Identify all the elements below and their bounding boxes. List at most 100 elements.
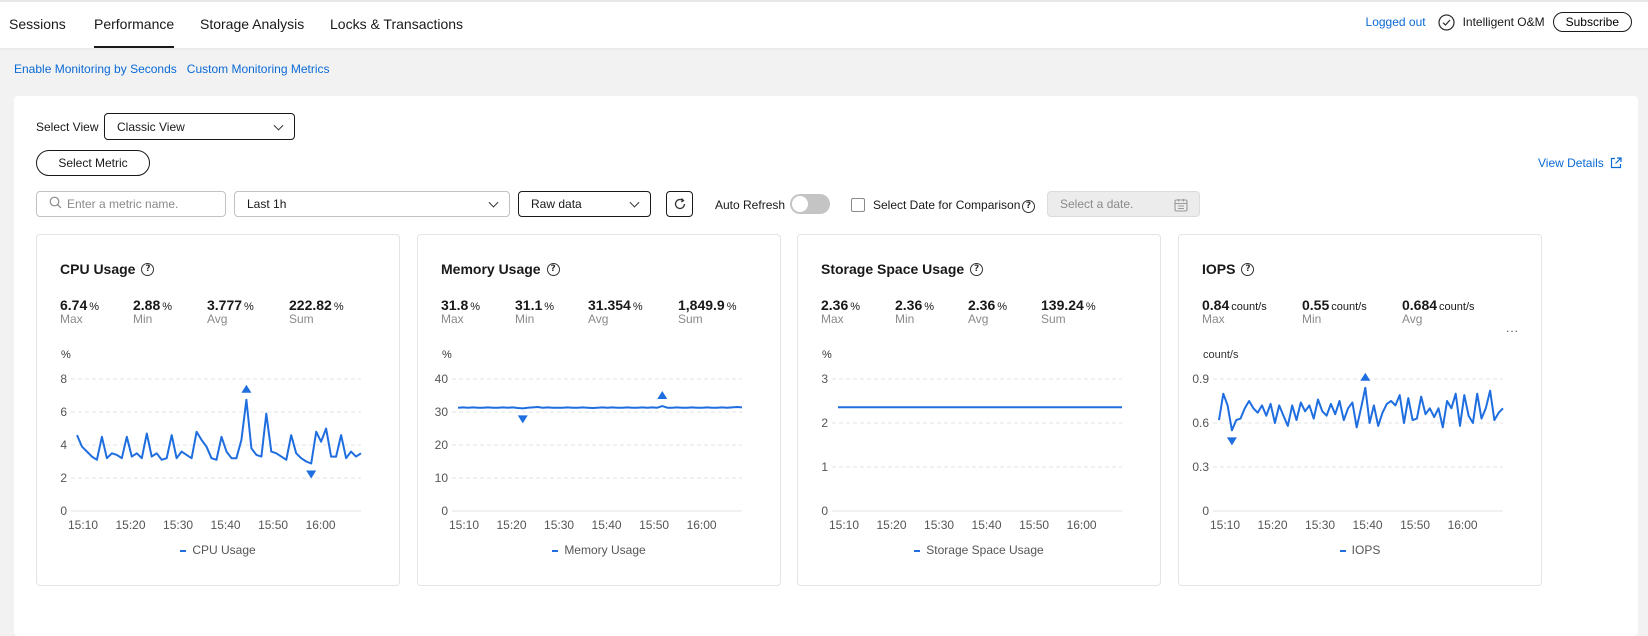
x-tick-label: 15:30 xyxy=(924,518,954,532)
tab-storage-analysis[interactable]: Storage Analysis xyxy=(200,16,304,32)
x-tick-label: 15:50 xyxy=(639,518,669,532)
stat-min: 2.88% Min xyxy=(133,297,173,326)
subscribe-button[interactable]: Subscribe xyxy=(1552,12,1632,32)
top-nav: Sessions Performance Storage Analysis Lo… xyxy=(0,0,1648,48)
y-tick-label: 10 xyxy=(435,471,449,485)
tab-performance[interactable]: Performance xyxy=(94,16,175,48)
stat-max: 2.36% Max xyxy=(821,297,861,326)
chart-legend[interactable]: CPU Usage xyxy=(37,543,399,557)
max-marker xyxy=(241,384,252,393)
y-tick-label: 6 xyxy=(60,405,67,419)
card-title: CPU Usage? xyxy=(60,261,155,277)
x-tick-label: 16:00 xyxy=(1448,518,1478,532)
stat-avg: 2.36% Avg xyxy=(968,297,1008,326)
help-icon[interactable]: ? xyxy=(970,262,984,276)
stat-max: 31.8% Max xyxy=(441,297,481,326)
enable-monitoring-link[interactable]: Enable Monitoring by Seconds xyxy=(14,62,177,76)
metric-search-input[interactable]: Enter a metric name. xyxy=(36,191,226,217)
stats-row: 6.74% Max 2.88% Min 3.777% Avg 222.82% Sum xyxy=(60,297,344,325)
y-tick-label: 0.9 xyxy=(1192,372,1209,386)
chart-legend[interactable]: IOPS xyxy=(1179,543,1541,557)
metric-search-placeholder: Enter a metric name. xyxy=(67,197,179,211)
stats-row: 0.84 count/s Max 0.55 count/s Min 0.684 count… xyxy=(1202,297,1475,325)
data-type-select[interactable]: Raw data xyxy=(518,191,651,217)
data-type-value: Raw data xyxy=(531,197,582,211)
x-tick-label: 15:40 xyxy=(972,518,1002,532)
compare-date-checkbox[interactable] xyxy=(851,198,865,212)
stat-avg: 3.777% Avg xyxy=(207,297,254,326)
stat-avg: 0.684 count/s Avg xyxy=(1402,297,1475,326)
help-icon[interactable]: ? xyxy=(141,262,155,276)
x-tick-label: 15:10 xyxy=(68,518,98,532)
x-tick-label: 15:30 xyxy=(544,518,574,532)
y-tick-label: 0 xyxy=(1202,504,1209,518)
x-tick-label: 15:20 xyxy=(497,518,527,532)
check-circle-icon xyxy=(1437,13,1455,31)
y-axis-unit-label: count/s xyxy=(1203,349,1239,361)
card-title-text: CPU Usage xyxy=(60,261,136,277)
external-link-icon xyxy=(1610,157,1622,169)
select-view-label: Select View xyxy=(36,120,99,134)
memory-usage-chart: % 0 10 20 30 40 15:10 15:20 15:30 15:40 15:50 16:00 xyxy=(435,349,743,532)
x-tick-label: 15:10 xyxy=(829,518,859,532)
calendar-icon xyxy=(1174,198,1188,212)
y-tick-label: 4 xyxy=(60,438,67,452)
stat-min: 2.36% Min xyxy=(895,297,935,326)
stat-max: 0.84 count/s Max xyxy=(1202,297,1267,326)
y-axis-unit-label: % xyxy=(442,349,452,361)
stat-sum: 1,849.9% Sum xyxy=(678,297,737,326)
time-range-select[interactable]: Last 1h xyxy=(234,191,510,217)
header-actions: Logged out Intelligent O&M Subscribe xyxy=(1366,12,1632,32)
custom-metrics-link[interactable]: Custom Monitoring Metrics xyxy=(187,62,330,76)
refresh-button[interactable] xyxy=(666,191,693,217)
intelligent-om-label: Intelligent O&M xyxy=(1462,15,1545,29)
x-tick-label: 15:50 xyxy=(1400,518,1430,532)
view-details-link[interactable]: View Details xyxy=(1538,156,1604,170)
y-tick-label: 0 xyxy=(821,504,828,518)
metric-card-storage-space-usage: Storage Space Usage? 2.36% Max 2.36% Min 2… xyxy=(797,234,1161,586)
auto-refresh-label: Auto Refresh xyxy=(715,198,786,212)
cpu-usage-chart: % 0 2 4 6 8 15:10 15:20 15:30 15:40 15:50 16:00 xyxy=(60,349,362,532)
y-tick-label: 2 xyxy=(60,471,67,485)
logged-out-link[interactable]: Logged out xyxy=(1366,15,1426,29)
x-tick-label: 16:00 xyxy=(687,518,717,532)
comparison-date-input[interactable]: Select a date. xyxy=(1047,191,1200,217)
chart-legend[interactable]: Memory Usage xyxy=(418,543,780,557)
chart-legend[interactable]: Storage Space Usage xyxy=(798,543,1160,557)
metric-card-cpu-usage: CPU Usage? 6.74% Max 2.88% Min 3.777% Avg 2… xyxy=(36,234,400,586)
toggle-knob xyxy=(792,196,808,212)
y-tick-label: 0.3 xyxy=(1192,460,1209,474)
more-stats-ellipsis[interactable]: ... xyxy=(1506,321,1519,335)
x-tick-label: 15:50 xyxy=(1019,518,1049,532)
x-tick-label: 15:10 xyxy=(449,518,479,532)
x-tick-label: 15:30 xyxy=(163,518,193,532)
help-icon[interactable]: ? xyxy=(1022,197,1035,213)
min-marker xyxy=(1226,437,1237,446)
tab-locks-transactions[interactable]: Locks & Transactions xyxy=(330,16,463,32)
select-metric-button[interactable]: Select Metric xyxy=(36,150,150,176)
chevron-down-icon xyxy=(273,120,284,131)
chevron-down-icon xyxy=(629,197,640,208)
y-tick-label: 20 xyxy=(435,438,449,452)
auto-refresh-toggle[interactable] xyxy=(790,194,830,214)
y-tick-label: 0 xyxy=(60,504,67,518)
y-axis-unit-label: % xyxy=(61,349,71,361)
card-title-text: Memory Usage xyxy=(441,261,541,277)
series-line xyxy=(1218,386,1504,432)
help-icon[interactable]: ? xyxy=(546,262,560,276)
view-select[interactable]: Classic View xyxy=(104,113,295,140)
y-axis-unit-label: % xyxy=(822,349,832,361)
tab-sessions[interactable]: Sessions xyxy=(9,16,66,32)
view-details-link-wrap[interactable]: View Details xyxy=(1538,156,1638,170)
x-tick-label: 16:00 xyxy=(306,518,336,532)
min-marker xyxy=(517,415,528,424)
x-tick-label: 15:40 xyxy=(211,518,241,532)
chevron-down-icon xyxy=(488,197,499,208)
storage-space-usage-chart: % 0 1 2 3 15:10 15:20 15:30 15:40 15:50 16:00 xyxy=(821,349,1122,532)
y-tick-label: 2 xyxy=(821,416,828,430)
card-title: Storage Space Usage? xyxy=(821,261,984,277)
y-tick-label: 3 xyxy=(821,372,828,386)
help-icon[interactable]: ? xyxy=(1241,262,1255,276)
iops-chart: count/s 0 0.3 0.6 0.9 15:10 15:20 15:30 15:40 15:… xyxy=(1192,349,1504,532)
y-tick-label: 40 xyxy=(435,372,449,386)
